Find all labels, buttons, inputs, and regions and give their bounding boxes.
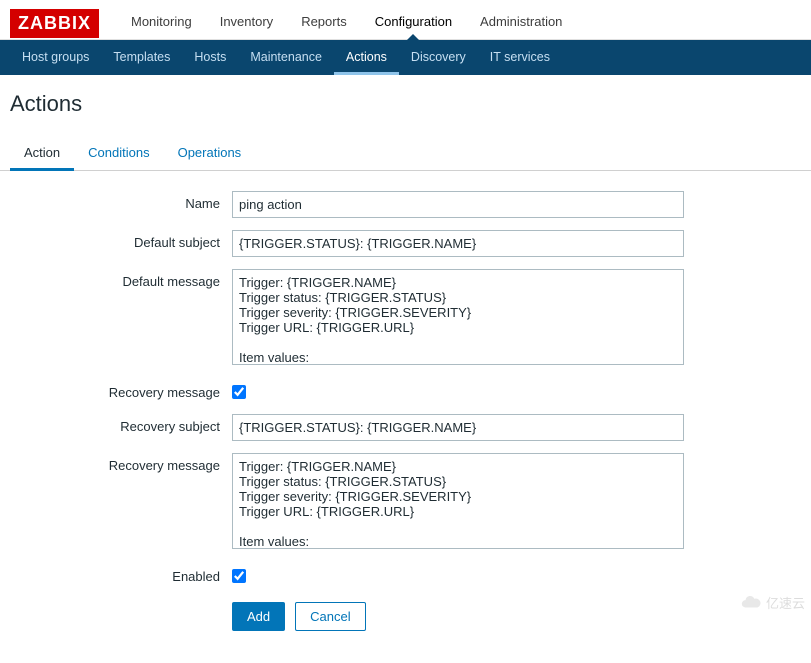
name-label: Name (10, 191, 232, 211)
cloud-icon (740, 591, 762, 613)
tabs: Action Conditions Operations (0, 127, 811, 171)
subnav-hosts[interactable]: Hosts (182, 40, 238, 75)
tab-action[interactable]: Action (10, 137, 74, 171)
action-form: Name Default subject Default message Rec… (0, 171, 811, 663)
nav-configuration[interactable]: Configuration (361, 8, 466, 39)
recovery-message-label: Recovery message (10, 453, 232, 473)
top-nav: ZABBIX Monitoring Inventory Reports Conf… (0, 0, 811, 40)
recovery-message-checkbox[interactable] (232, 385, 246, 399)
nav-inventory[interactable]: Inventory (206, 8, 287, 39)
recovery-subject-input[interactable] (232, 414, 684, 441)
subnav-actions[interactable]: Actions (334, 40, 399, 75)
add-button[interactable]: Add (232, 602, 285, 631)
cancel-button[interactable]: Cancel (295, 602, 365, 631)
sub-nav: Host groups Templates Hosts Maintenance … (0, 40, 811, 75)
tab-conditions[interactable]: Conditions (74, 137, 163, 171)
watermark: 亿速云 (740, 591, 805, 613)
subnav-it-services[interactable]: IT services (478, 40, 562, 75)
default-message-textarea[interactable] (232, 269, 684, 365)
recovery-checkbox-label: Recovery message (10, 380, 232, 400)
recovery-subject-label: Recovery subject (10, 414, 232, 434)
name-input[interactable] (232, 191, 684, 218)
enabled-checkbox[interactable] (232, 569, 246, 583)
default-message-label: Default message (10, 269, 232, 289)
subnav-maintenance[interactable]: Maintenance (238, 40, 334, 75)
subnav-templates[interactable]: Templates (101, 40, 182, 75)
subnav-host-groups[interactable]: Host groups (10, 40, 101, 75)
recovery-message-textarea[interactable] (232, 453, 684, 549)
nav-administration[interactable]: Administration (466, 8, 576, 39)
subnav-discovery[interactable]: Discovery (399, 40, 478, 75)
nav-reports[interactable]: Reports (287, 8, 361, 39)
page-title: Actions (0, 75, 811, 127)
top-nav-items: Monitoring Inventory Reports Configurati… (117, 8, 576, 39)
enabled-label: Enabled (10, 564, 232, 584)
logo[interactable]: ZABBIX (10, 9, 99, 38)
default-subject-label: Default subject (10, 230, 232, 250)
tab-operations[interactable]: Operations (164, 137, 256, 171)
nav-monitoring[interactable]: Monitoring (117, 8, 206, 39)
default-subject-input[interactable] (232, 230, 684, 257)
